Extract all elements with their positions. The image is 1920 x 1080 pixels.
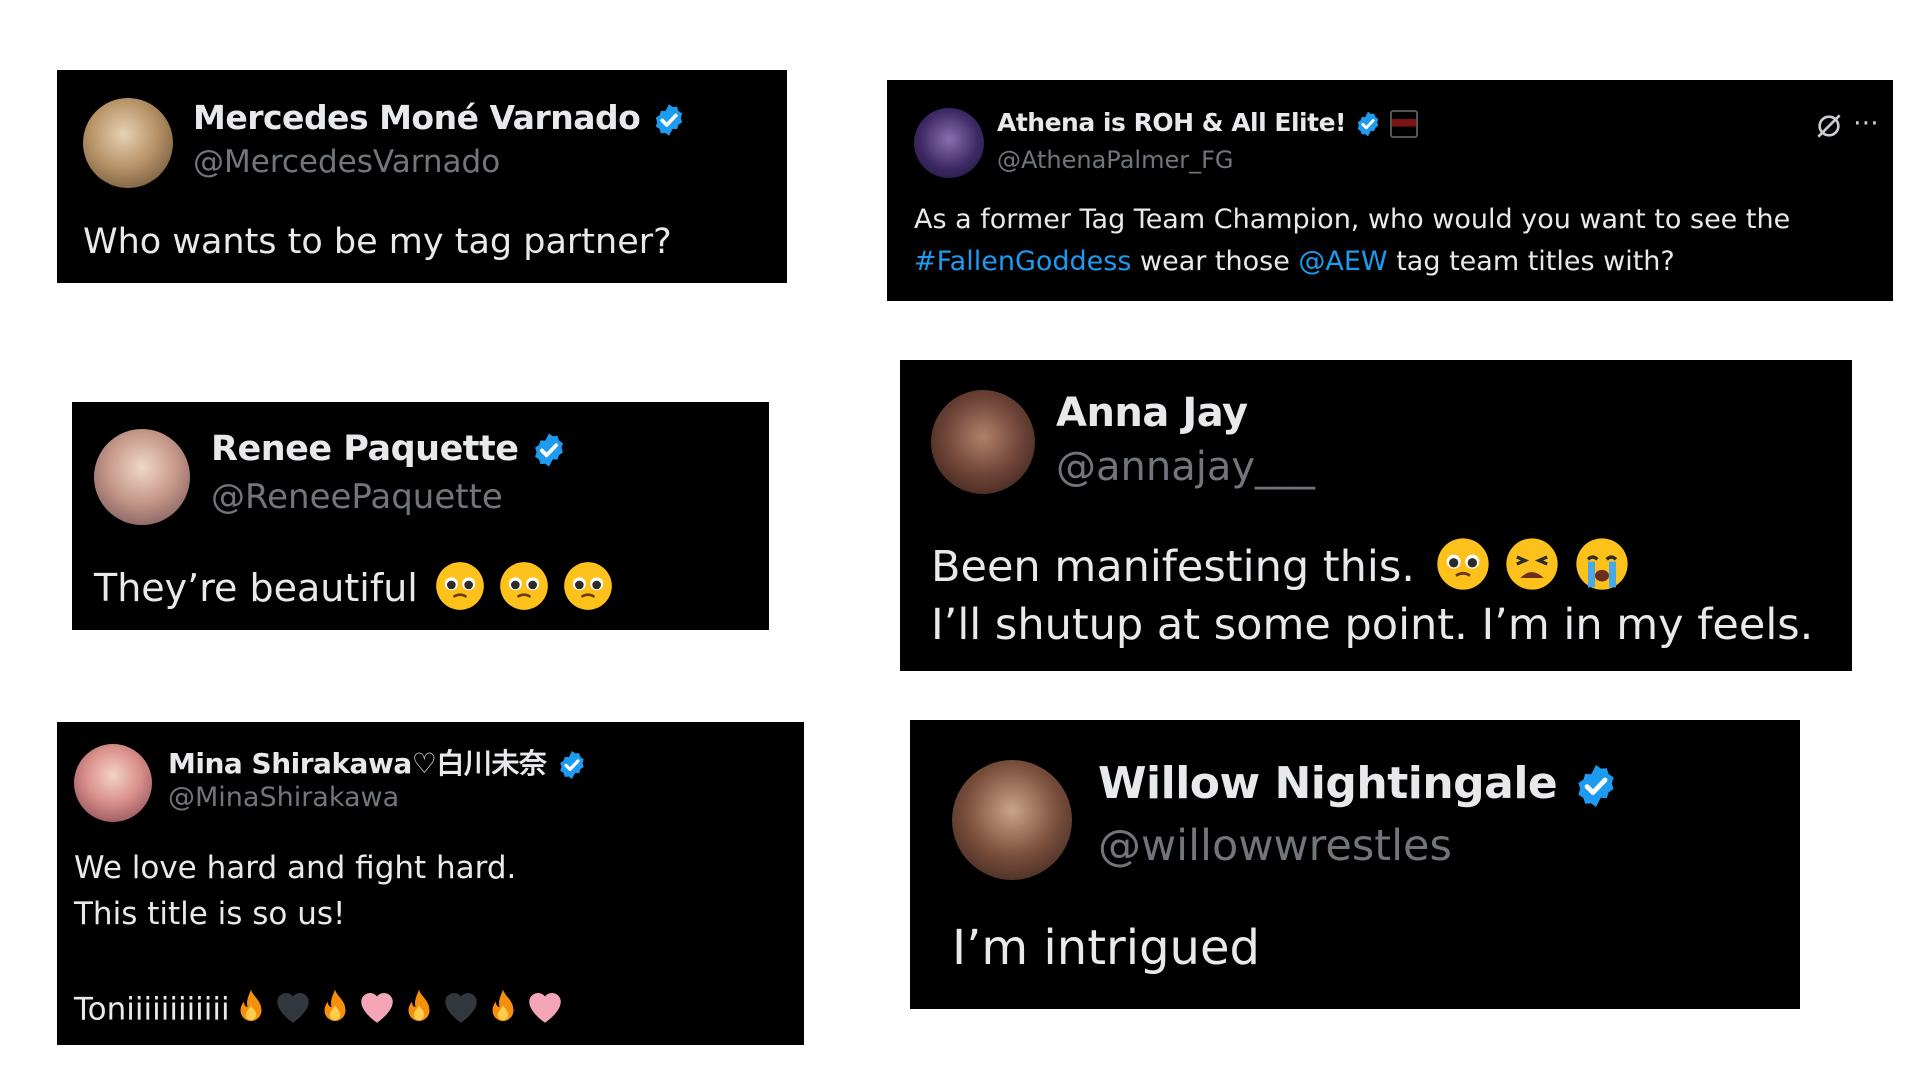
- fire-emoji: [314, 986, 356, 1036]
- more-icon[interactable]: ⋯: [1853, 108, 1879, 138]
- handle[interactable]: @willowwrestles: [1098, 821, 1452, 871]
- display-name[interactable]: Athena is ROH & All Elite!: [997, 108, 1419, 138]
- handle[interactable]: @MinaShirakawa: [168, 782, 399, 813]
- tweet-card-mina[interactable]: Mina Shirakawa♡白川未奈 @MinaShirakawa We lo…: [57, 722, 804, 1045]
- tweet-card-willow[interactable]: Willow Nightingale @willowwrestles I’m i…: [910, 720, 1800, 1009]
- pleading-face-emoji: [1435, 536, 1491, 603]
- display-name-text[interactable]: Willow Nightingale: [1098, 758, 1558, 809]
- tweet-text: Who wants to be my tag partner?: [83, 222, 672, 262]
- display-name[interactable]: Anna Jay: [1056, 390, 1248, 436]
- tweet-text: They’re beautiful: [94, 566, 418, 610]
- tweet-text: I’m intrigued: [952, 920, 1260, 976]
- tweet-text-line3: Toniiiiiiiiiiii: [74, 991, 230, 1028]
- display-name-text[interactable]: Mina Shirakawa♡白川未奈: [168, 747, 547, 780]
- black-heart-emoji: [272, 986, 314, 1036]
- tweet-text-line3-row: Toniiiiiiiiiiii: [74, 986, 566, 1036]
- avatar[interactable]: [94, 429, 190, 525]
- fire-emoji: [398, 986, 440, 1036]
- verified-badge-icon: [656, 103, 683, 136]
- crying-face-emoji: [1574, 536, 1630, 603]
- tweet-text-line2: I’ll shutup at some point. I’m in my fee…: [931, 600, 1814, 650]
- tweet-text-line2: This title is so us!: [74, 896, 346, 932]
- tired-face-emoji: [1504, 536, 1560, 603]
- pink-heart-emoji: [524, 986, 566, 1036]
- tweet-text-row: They’re beautiful: [94, 560, 614, 621]
- handle[interactable]: @annajay___: [1056, 444, 1315, 490]
- grok-icon[interactable]: [1813, 110, 1845, 142]
- avatar[interactable]: [931, 390, 1035, 494]
- tweet-card-anna-jay[interactable]: Anna Jay @annajay___ Been manifesting th…: [900, 360, 1852, 671]
- tweet-card-athena[interactable]: Athena is ROH & All Elite! @AthenaPalmer…: [887, 80, 1893, 301]
- verified-badge-icon: [1357, 111, 1379, 137]
- display-name-text[interactable]: Athena is ROH & All Elite!: [997, 108, 1346, 137]
- text-segment: wear those: [1131, 246, 1299, 277]
- fire-emoji: [482, 986, 524, 1036]
- verified-badge-icon: [535, 433, 564, 467]
- display-name[interactable]: Renee Paquette: [211, 429, 568, 469]
- display-name[interactable]: Mercedes Moné Varnado: [193, 98, 687, 138]
- hashtag-link[interactable]: #FallenGoddess: [914, 246, 1131, 277]
- handle[interactable]: @ReneePaquette: [211, 477, 503, 517]
- pleading-face-emoji: [434, 560, 486, 621]
- verified-badge-icon: [1578, 765, 1614, 807]
- display-name-text[interactable]: Mercedes Moné Varnado: [193, 98, 641, 137]
- mention-link[interactable]: @AEW: [1298, 246, 1387, 277]
- display-name[interactable]: Willow Nightingale: [1098, 758, 1620, 810]
- affiliate-badge-icon: [1390, 110, 1419, 138]
- handle[interactable]: @AthenaPalmer_FG: [997, 146, 1233, 174]
- verified-badge-icon: [559, 751, 584, 779]
- avatar[interactable]: [914, 108, 984, 178]
- avatar[interactable]: [74, 744, 152, 822]
- handle[interactable]: @MercedesVarnado: [193, 144, 500, 180]
- tweet-text-line1: As a former Tag Team Champion, who would…: [914, 204, 1791, 235]
- tweet-text-line1-row: Been manifesting this.: [931, 536, 1630, 603]
- pleading-face-emoji: [498, 560, 550, 621]
- tweet-card-mercedes[interactable]: Mercedes Moné Varnado @MercedesVarnado W…: [57, 70, 787, 283]
- tweet-text-line1: We love hard and fight hard.: [74, 850, 517, 886]
- tweet-text-line1: Been manifesting this.: [931, 542, 1415, 592]
- display-name-text[interactable]: Renee Paquette: [211, 429, 519, 469]
- black-heart-emoji: [440, 986, 482, 1036]
- tweet-card-renee[interactable]: Renee Paquette @ReneePaquette They’re be…: [72, 402, 769, 630]
- pleading-face-emoji: [562, 560, 614, 621]
- text-segment: tag team titles with?: [1387, 246, 1675, 277]
- pink-heart-emoji: [356, 986, 398, 1036]
- fire-emoji: [230, 986, 272, 1036]
- tweet-text-line2: #FallenGoddess wear those @AEW tag team …: [914, 246, 1675, 277]
- avatar[interactable]: [83, 98, 173, 188]
- avatar[interactable]: [952, 760, 1072, 880]
- display-name[interactable]: Mina Shirakawa♡白川未奈: [168, 742, 588, 782]
